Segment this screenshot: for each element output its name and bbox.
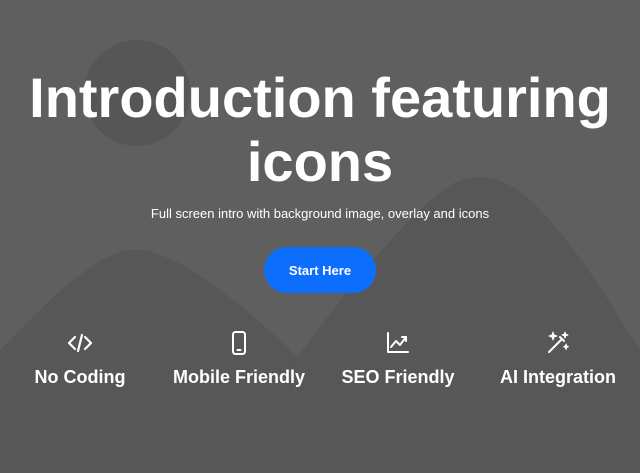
feature-label: SEO Friendly xyxy=(341,367,455,387)
hero-content: Introduction featuring icons Full screen… xyxy=(0,0,640,473)
start-here-button[interactable]: Start Here xyxy=(264,247,376,293)
hero-section: Introduction featuring icons Full screen… xyxy=(0,0,640,473)
feature-ai-integration: AI Integration xyxy=(478,330,638,388)
line-chart-icon xyxy=(385,330,411,356)
magic-wand-icon xyxy=(545,330,571,356)
mobile-phone-icon xyxy=(226,330,252,356)
page-title: Introduction featuring icons xyxy=(29,66,611,193)
feature-seo-friendly: SEO Friendly xyxy=(318,330,478,388)
feature-label: No Coding xyxy=(34,367,126,387)
page-subtitle: Full screen intro with background image,… xyxy=(150,206,490,221)
feature-mobile-friendly: Mobile Friendly xyxy=(159,330,319,388)
code-icon xyxy=(67,330,93,356)
feature-label: AI Integration xyxy=(500,367,616,387)
feature-label: Mobile Friendly xyxy=(172,367,305,387)
feature-no-coding: No Coding xyxy=(0,330,160,388)
